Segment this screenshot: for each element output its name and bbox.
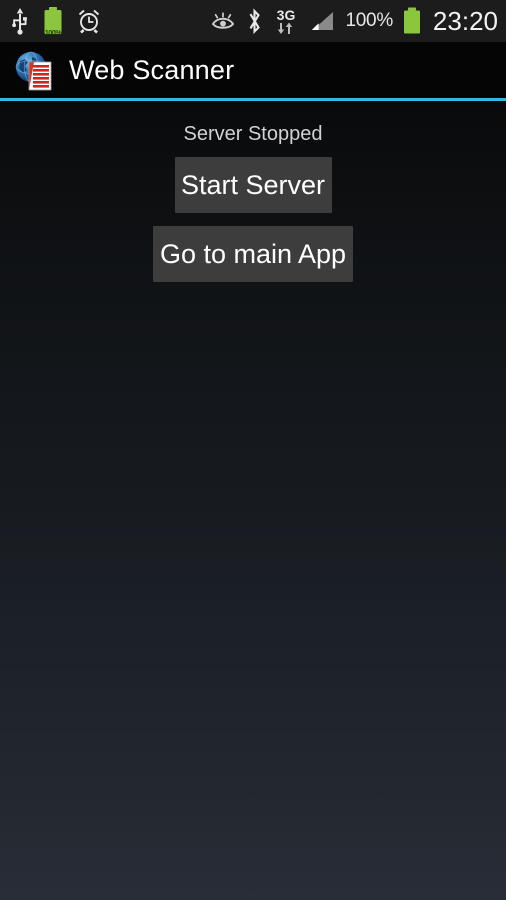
app-title-label: Web Scanner: [69, 54, 235, 85]
battery-percent-label: 100%: [345, 10, 394, 31]
network-3g-icon: 3G: [272, 6, 300, 36]
main-content: Server Stopped Start Server Go to main A…: [0, 101, 506, 900]
svg-text:3G: 3G: [276, 7, 295, 23]
signal-strength-icon: [309, 9, 337, 33]
start-server-button[interactable]: Start Server: [174, 157, 332, 213]
app-title-bar: Web Scanner: [0, 42, 506, 98]
battery-charging-icon: 100%: [42, 6, 64, 37]
alarm-clock-icon: [76, 8, 102, 34]
web-scanner-globe-document-icon: [12, 48, 56, 92]
server-status-label: Server Stopped: [183, 123, 323, 145]
status-bar-clock: 23:20: [432, 5, 498, 36]
status-bar-left-icons: 100%: [10, 6, 102, 37]
usb-icon: [10, 7, 30, 35]
android-phone-screen: 100%: [0, 0, 506, 900]
battery-level-icon: [402, 7, 422, 35]
go-to-main-app-button[interactable]: Go to main App: [153, 226, 353, 282]
status-bar-right-icons: 3G 100% 23:20: [211, 6, 498, 37]
bluetooth-icon: [246, 7, 263, 35]
smart-stay-eye-icon: [211, 10, 237, 32]
status-bar: 100%: [0, 0, 506, 42]
